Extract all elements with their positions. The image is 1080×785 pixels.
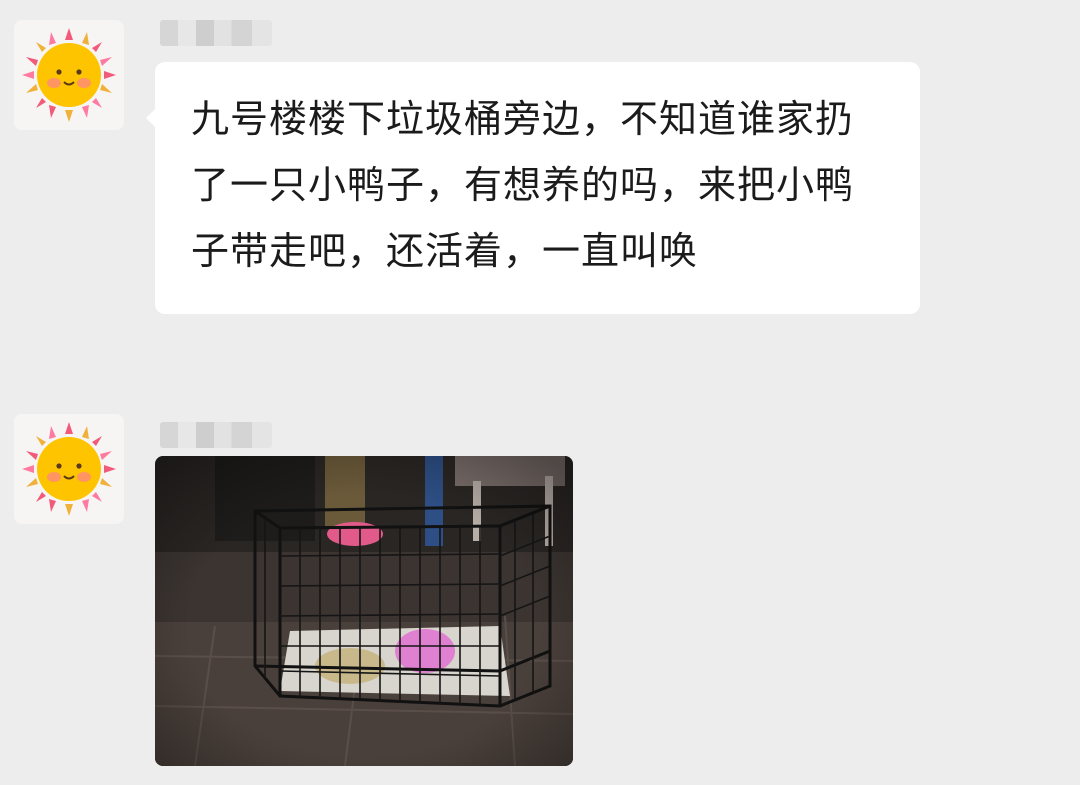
sender-name-blurred <box>160 422 272 448</box>
message-text: 九号楼楼下垃圾桶旁边，不知道谁家扔了一只小鸭子，有想养的吗，来把小鸭子带走吧，还… <box>191 97 855 273</box>
sender-name-blurred <box>160 20 272 46</box>
sun-face <box>37 43 101 107</box>
sun-avatar-icon <box>22 422 116 516</box>
sender-avatar[interactable] <box>14 414 124 524</box>
sun-avatar-icon <box>22 28 116 122</box>
message-image[interactable] <box>155 456 573 766</box>
message-bubble[interactable]: 九号楼楼下垃圾桶旁边，不知道谁家扔了一只小鸭子，有想养的吗，来把小鸭子带走吧，还… <box>146 62 920 314</box>
sun-face <box>37 437 101 501</box>
bubble-tail <box>146 108 156 128</box>
sender-avatar[interactable] <box>14 20 124 130</box>
dog-crate-photo <box>155 456 573 766</box>
